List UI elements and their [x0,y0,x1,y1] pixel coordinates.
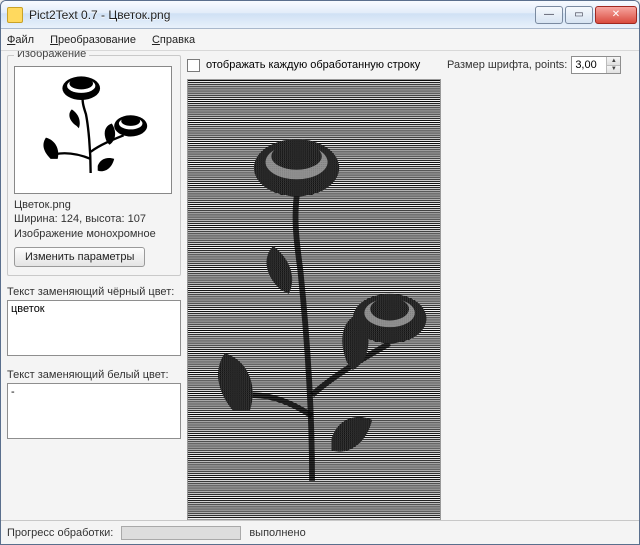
statusbar: Прогресс обработки: выполнено [1,520,639,544]
maximize-icon: ▭ [574,9,583,20]
menubar: Файл Преобразование Справка [1,29,639,51]
progress-bar [121,526,241,540]
center-panel: отображать каждую обработанную строку [187,55,441,520]
display-each-checkbox[interactable] [187,59,200,72]
font-size-row: Размер шрифта, points: ▲ ▼ [447,55,633,75]
ascii-preview[interactable] [187,79,441,520]
spin-up-button[interactable]: ▲ [607,57,620,65]
image-group: Изображение [7,55,181,276]
window-title: Pict2Text 0.7 - Цветок.png [29,8,535,22]
display-each-row: отображать каждую обработанную строку [187,55,441,75]
source-thumbnail [14,66,172,194]
white-text-section: Текст заменяющий белый цвет: [7,363,181,442]
minimize-button[interactable]: — [535,6,563,24]
client-area: Изображение [1,51,639,544]
left-panel: Изображение [7,55,181,520]
white-text-input[interactable] [7,383,181,439]
ascii-preview-svg [188,80,440,519]
black-text-section: Текст заменяющий чёрный цвет: [7,280,181,359]
image-info: Цветок.png Ширина: 124, высота: 107 Изоб… [14,198,174,241]
spin-down-button[interactable]: ▼ [607,65,620,74]
image-mode: Изображение монохромное [14,227,174,241]
display-each-label: отображать каждую обработанную строку [206,59,420,71]
flower-thumbnail-svg [15,67,171,193]
black-text-label: Текст заменяющий чёрный цвет: [7,286,181,298]
image-dimensions: Ширина: 124, высота: 107 [14,212,174,226]
progress-label: Прогресс обработки: [7,527,113,539]
spin-buttons: ▲ ▼ [606,57,620,73]
menu-file[interactable]: Файл [7,34,34,46]
app-icon [7,7,23,23]
maximize-button[interactable]: ▭ [565,6,593,24]
menu-transform[interactable]: Преобразование [50,34,136,46]
chevron-down-icon: ▼ [611,66,617,72]
font-size-label: Размер шрифта, points: [447,59,567,71]
black-text-input[interactable] [7,300,181,356]
progress-done-label: выполнено [249,527,305,539]
right-panel: Размер шрифта, points: ▲ ▼ [447,55,633,520]
image-group-label: Изображение [14,51,89,60]
minimize-icon: — [544,9,554,20]
app-window: Pict2Text 0.7 - Цветок.png — ▭ ✕ Файл Пр… [0,0,640,545]
window-controls: — ▭ ✕ [535,6,637,24]
close-button[interactable]: ✕ [595,6,637,24]
image-filename: Цветок.png [14,198,174,212]
font-size-input[interactable] [572,57,606,73]
menu-help[interactable]: Справка [152,34,195,46]
content-row: Изображение [1,51,639,520]
close-icon: ✕ [612,9,620,20]
chevron-up-icon: ▲ [611,58,617,64]
font-size-spinner: ▲ ▼ [571,56,621,74]
change-params-button[interactable]: Изменить параметры [14,247,145,267]
titlebar[interactable]: Pict2Text 0.7 - Цветок.png — ▭ ✕ [1,1,639,29]
white-text-label: Текст заменяющий белый цвет: [7,369,181,381]
